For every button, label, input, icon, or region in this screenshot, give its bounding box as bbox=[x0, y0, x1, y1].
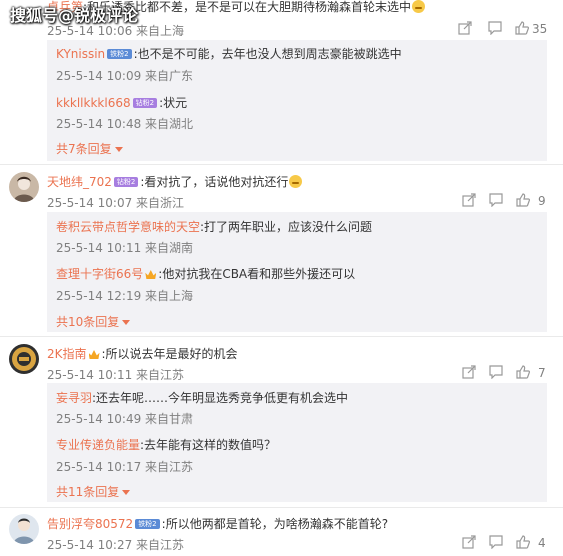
crown-icon bbox=[88, 350, 100, 359]
reply-box-3: 妄寻羽:还去年呢……今年明显选秀竞争低更有机会选中 25-5-14 10:49 … bbox=[47, 383, 547, 502]
share-icon[interactable] bbox=[462, 535, 476, 549]
reply-time: 25-5-14 10:09 来自广东 bbox=[56, 69, 194, 83]
more-replies-link[interactable]: 共7条回复 bbox=[56, 140, 123, 157]
reply-time: 25-5-14 10:17 来自江苏 bbox=[56, 460, 194, 474]
divider bbox=[0, 336, 563, 337]
comment-3-header: 2K指南 :所以说去年是最好的机会 bbox=[47, 345, 238, 362]
comment-icon[interactable] bbox=[489, 535, 503, 549]
like-icon[interactable] bbox=[516, 365, 530, 379]
watermark: 搜狐号@锐极评论 bbox=[10, 6, 139, 25]
comment-time: 25-5-14 10:27 来自江苏 bbox=[47, 538, 185, 552]
reply-item: 卷积云带点哲学意味的天空:打了两年职业，应该没什么问题 bbox=[56, 218, 372, 235]
more-replies-link[interactable]: 共11条回复 bbox=[56, 483, 131, 500]
comment-user[interactable]: 天地纬_702 bbox=[47, 175, 112, 189]
reply-user[interactable]: 卷积云带点哲学意味的天空 bbox=[56, 220, 200, 234]
reply-item: 妄寻羽:还去年呢……今年明显选秀竞争低更有机会选中 bbox=[56, 389, 348, 406]
reply-user[interactable]: 查理十字街66号 bbox=[56, 267, 143, 281]
reply-text: :状元 bbox=[159, 96, 188, 110]
reply-item: 专业传递负能量:去年能有这样的数值吗？ bbox=[56, 436, 276, 453]
fan-badge: 铁粉2 bbox=[135, 519, 160, 529]
more-replies-link[interactable]: 共10条回复 bbox=[56, 313, 131, 330]
reply-box-2: 卷积云带点哲学意味的天空:打了两年职业，应该没什么问题 25-5-14 10:1… bbox=[47, 212, 547, 332]
like-count: 7 bbox=[538, 366, 546, 380]
emoji-icon bbox=[289, 175, 303, 188]
comment-text: :所以他两都是首轮，为啥杨瀚森不能首轮? bbox=[161, 517, 389, 531]
divider bbox=[0, 507, 563, 508]
crown-icon bbox=[145, 270, 157, 279]
reply-item: kkkllkkkl668 钻粉2:状元 bbox=[56, 94, 187, 111]
like-count: 9 bbox=[538, 194, 546, 208]
share-icon[interactable] bbox=[462, 365, 476, 379]
reply-time: 25-5-14 10:11 来自湖南 bbox=[56, 241, 194, 255]
reply-user[interactable]: KYnissin bbox=[56, 47, 105, 61]
comment-time: 25-5-14 10:07 来自浙江 bbox=[47, 196, 185, 210]
reply-text: :也不是不可能，去年也没人想到周志豪能被跳选中 bbox=[133, 47, 402, 61]
emoji-icon bbox=[412, 0, 426, 13]
like-count: 35 bbox=[532, 22, 548, 36]
chevron-down-icon bbox=[122, 490, 131, 495]
reply-text: :打了两年职业，应该没什么问题 bbox=[200, 220, 373, 234]
like-count: 4 bbox=[538, 536, 546, 550]
reply-box-1: KYnissin 铁粉2:也不是不可能，去年也没人想到周志豪能被跳选中 25-5-… bbox=[47, 40, 547, 161]
avatar[interactable] bbox=[9, 172, 39, 202]
reply-text: :去年能有这样的数值吗？ bbox=[140, 438, 277, 452]
comment-icon[interactable] bbox=[488, 21, 502, 35]
like-icon[interactable] bbox=[516, 535, 530, 549]
reply-user[interactable]: 专业传递负能量 bbox=[56, 438, 140, 452]
like-icon[interactable] bbox=[515, 21, 529, 35]
comment-2-header: 天地纬_702 钻粉2:看对抗了，话说他对抗还行 bbox=[47, 173, 303, 190]
reply-text: :还去年呢……今年明显选秀竞争低更有机会选中 bbox=[92, 391, 349, 405]
comment-text: :看对抗了，话说他对抗还行 bbox=[140, 175, 289, 189]
fan-badge: 钻粉2 bbox=[113, 177, 139, 187]
reply-time: 25-5-14 12:19 来自上海 bbox=[56, 289, 194, 303]
reply-time: 25-5-14 10:49 来自甘肃 bbox=[56, 412, 194, 426]
like-icon[interactable] bbox=[516, 193, 530, 207]
avatar[interactable] bbox=[9, 514, 39, 544]
reply-text: :他对抗我在CBA看和那些外援还可以 bbox=[158, 267, 356, 281]
comment-icon[interactable] bbox=[489, 193, 503, 207]
comment-user[interactable]: 2K指南 bbox=[47, 347, 87, 361]
fan-badge: 铁粉2 bbox=[107, 49, 132, 59]
comment-4-header: 告别浮夸80572 铁粉2:所以他两都是首轮，为啥杨瀚森不能首轮? bbox=[47, 515, 388, 532]
chevron-down-icon bbox=[122, 320, 131, 325]
chevron-down-icon bbox=[114, 147, 123, 152]
avatar[interactable] bbox=[9, 344, 39, 374]
reply-user[interactable]: kkkllkkkl668 bbox=[56, 96, 131, 110]
share-icon[interactable] bbox=[462, 193, 476, 207]
reply-user[interactable]: 妄寻羽 bbox=[56, 391, 92, 405]
comment-user[interactable]: 告别浮夸80572 bbox=[47, 517, 133, 531]
comment-text: :所以说去年是最好的机会 bbox=[101, 347, 238, 361]
reply-time: 25-5-14 10:48 来自湖北 bbox=[56, 117, 194, 131]
comment-icon[interactable] bbox=[489, 365, 503, 379]
fan-badge: 钻粉2 bbox=[132, 98, 158, 108]
comment-time: 25-5-14 10:11 来自江苏 bbox=[47, 368, 185, 382]
share-icon[interactable] bbox=[458, 21, 472, 35]
reply-item: 查理十字街66号 :他对抗我在CBA看和那些外援还可以 bbox=[56, 265, 355, 282]
reply-item: KYnissin 铁粉2:也不是不可能，去年也没人想到周志豪能被跳选中 bbox=[56, 45, 402, 62]
divider bbox=[0, 164, 563, 165]
